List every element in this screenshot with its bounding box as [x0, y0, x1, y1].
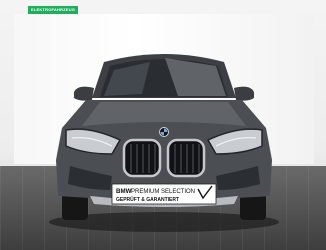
plate-brand: BMW: [116, 188, 132, 195]
photo-stage: BMW PREMIUM SELECTION GEPRÜFT & GARANTIE…: [0, 0, 326, 250]
plate-line1: PREMIUM SELECTION: [131, 189, 195, 195]
left-mirror: [74, 86, 94, 101]
right-mirror: [234, 86, 254, 101]
plate-line2: GEPRÜFT & GARANTIERT: [116, 196, 179, 203]
electric-vehicle-badge: ELEKTROFAHRZEUG: [28, 6, 79, 14]
car-front-view: BMW PREMIUM SELECTION GEPRÜFT & GARANTIE…: [49, 54, 279, 232]
